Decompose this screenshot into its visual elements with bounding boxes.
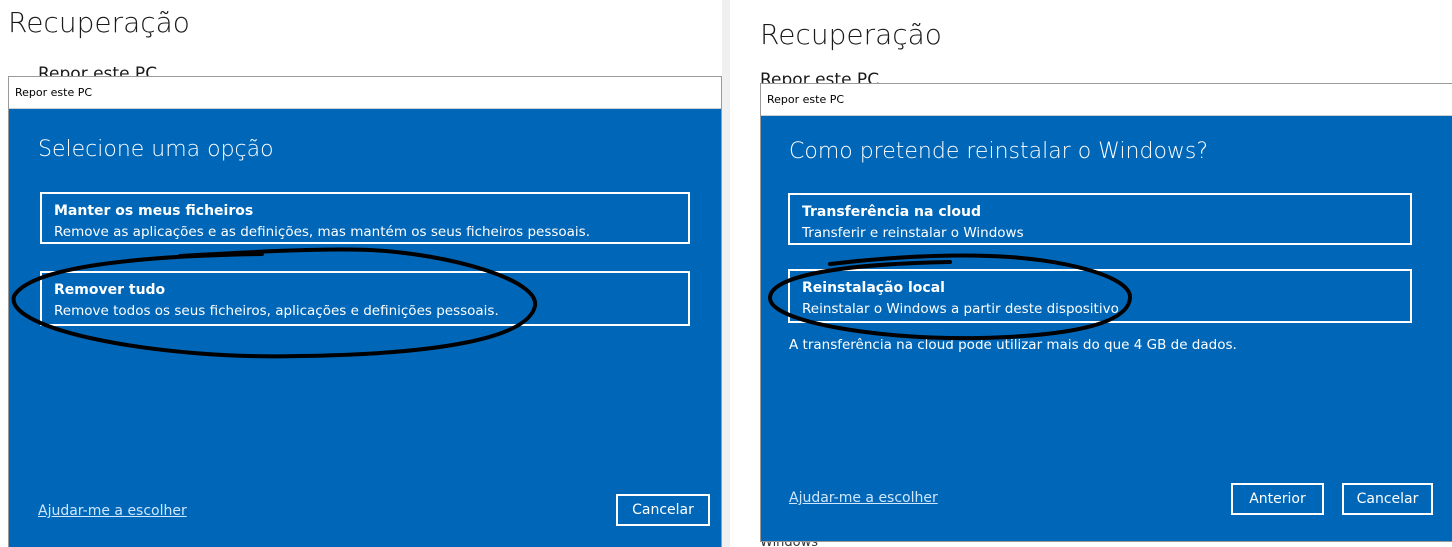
option-description: Remove as aplicações e as definições, ma…	[54, 224, 591, 240]
cloud-data-note: A transferência na cloud pode utilizar m…	[789, 337, 1237, 353]
left-screenshot: Recuperação Repor este PC Repor este PC …	[0, 0, 722, 547]
page-title: Recuperação	[760, 18, 942, 51]
dialog-title: Repor este PC	[15, 86, 93, 99]
option-description: Reinstalar o Windows a partir deste disp…	[802, 301, 1119, 317]
option-title: Reinstalação local	[802, 280, 945, 296]
option-title: Transferência na cloud	[802, 204, 982, 220]
dialog-titlebar: Repor este PC	[9, 77, 721, 109]
option-keep-files[interactable]: Manter os meus ficheiros Remove as aplic…	[40, 192, 690, 244]
option-cloud-download[interactable]: Transferência na cloud Transferir e rein…	[788, 193, 1412, 245]
dialog-body: Como pretende reinstalar o Windows? Tran…	[761, 116, 1452, 541]
option-remove-everything[interactable]: Remover tudo Remove todos os seus fichei…	[40, 271, 690, 326]
cancel-button[interactable]: Cancelar	[1342, 483, 1433, 515]
dialog-title: Repor este PC	[767, 93, 845, 106]
panel-divider	[722, 0, 730, 547]
dialog-titlebar: Repor este PC	[761, 84, 1452, 116]
reset-pc-dialog: Repor este PC Selecione uma opção Manter…	[8, 76, 722, 547]
reset-pc-dialog: Repor este PC Como pretende reinstalar o…	[760, 83, 1452, 542]
option-local-reinstall[interactable]: Reinstalação local Reinstalar o Windows …	[788, 269, 1412, 323]
back-button[interactable]: Anterior	[1231, 483, 1324, 515]
right-screenshot: Recuperação Repor este PC Windows Repor …	[730, 0, 1452, 547]
option-description: Remove todos os seus ficheiros, aplicaçõ…	[54, 303, 499, 319]
page-title: Recuperação	[8, 6, 190, 39]
cancel-button[interactable]: Cancelar	[616, 494, 710, 526]
option-title: Manter os meus ficheiros	[54, 203, 254, 219]
option-title: Remover tudo	[54, 282, 166, 298]
help-me-choose-link[interactable]: Ajudar-me a escolher	[789, 490, 938, 506]
dialog-body: Selecione uma opção Manter os meus fiche…	[9, 109, 721, 547]
dialog-heading: Como pretende reinstalar o Windows?	[789, 139, 1209, 164]
dialog-heading: Selecione uma opção	[38, 137, 274, 162]
option-description: Transferir e reinstalar o Windows	[802, 225, 1024, 241]
help-me-choose-link[interactable]: Ajudar-me a escolher	[38, 503, 187, 519]
